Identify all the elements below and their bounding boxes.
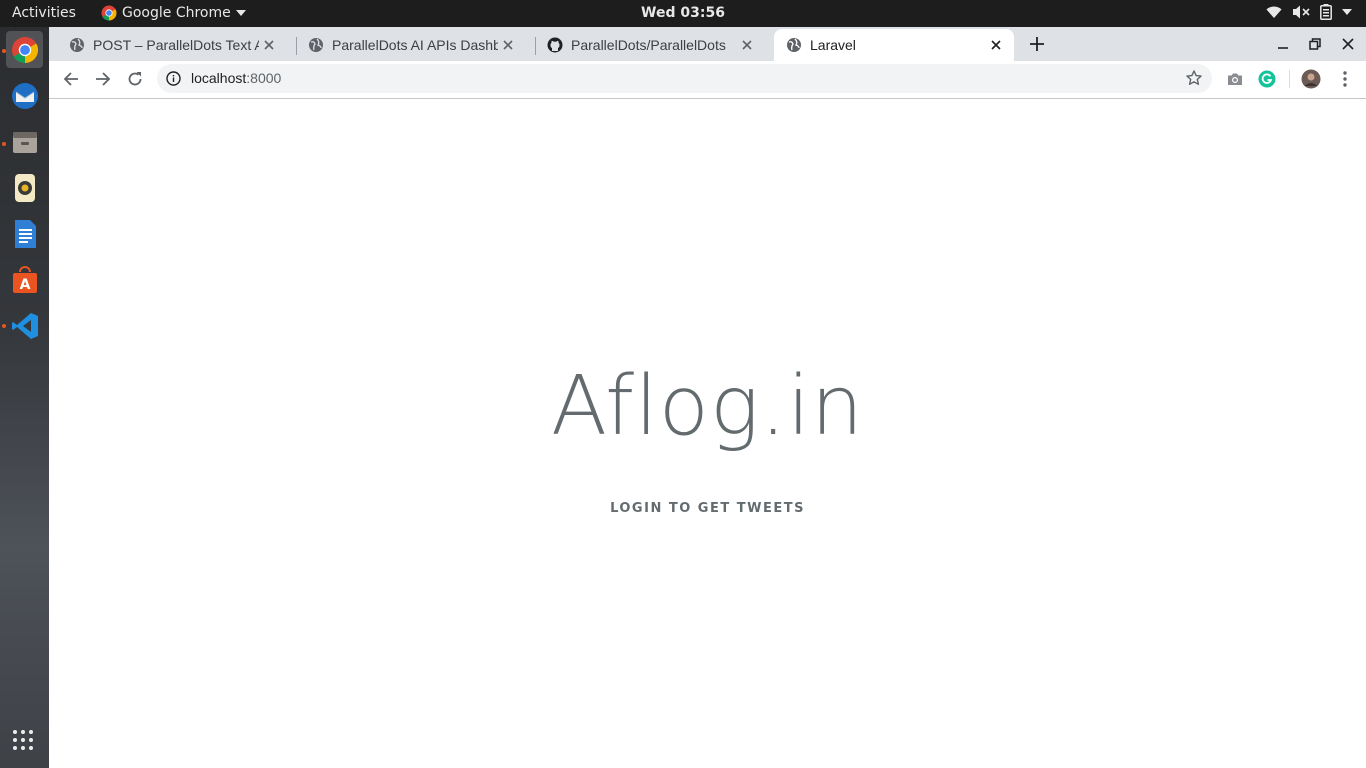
app-menu[interactable]: Google Chrome: [101, 5, 246, 21]
ubuntu-dock: A: [0, 27, 49, 768]
dock-vscode[interactable]: [6, 307, 43, 344]
info-icon[interactable]: [166, 71, 181, 86]
grammarly-extension[interactable]: [1257, 69, 1277, 89]
chrome-small-icon: [101, 5, 117, 21]
running-indicator: [2, 142, 6, 146]
tab-close-button[interactable]: [259, 35, 279, 55]
apps-grid-icon: [13, 730, 33, 750]
show-applications-button[interactable]: [12, 729, 34, 756]
restore-icon: [1309, 38, 1321, 50]
close-icon: [991, 40, 1001, 50]
grammarly-icon: [1258, 70, 1276, 88]
minimize-button[interactable]: [1273, 34, 1293, 54]
login-link-container: LOGIN TO GET TWEETS: [49, 499, 1366, 517]
dock-writer[interactable]: [6, 215, 43, 252]
tab-title: ParallelDots AI APIs Dashb: [332, 37, 498, 53]
tab[interactable]: ParallelDots AI APIs Dashb: [288, 29, 526, 61]
profile-avatar[interactable]: [1301, 69, 1321, 89]
close-icon: [742, 40, 752, 50]
page-title: Aflog.in: [550, 359, 865, 454]
toolbar-separator: [1289, 70, 1290, 88]
activities-button[interactable]: Activities: [12, 5, 76, 21]
running-indicator: [2, 324, 6, 328]
globe-icon: [787, 38, 801, 52]
battery-icon: [1320, 4, 1332, 20]
minimize-icon: [1278, 47, 1288, 49]
close-icon: [264, 40, 274, 50]
restore-button[interactable]: [1305, 34, 1325, 54]
arrow-right-icon: [96, 72, 111, 86]
screenshot-extension[interactable]: [1225, 69, 1245, 89]
dock-software[interactable]: A: [6, 261, 43, 298]
tab-close-button[interactable]: [737, 35, 757, 55]
tab-close-button[interactable]: [986, 35, 1006, 55]
url-text: localhost:8000: [191, 70, 281, 86]
github-icon: [547, 37, 563, 53]
tab-title: Laravel: [810, 37, 856, 53]
dock-chrome[interactable]: [6, 31, 43, 68]
address-bar[interactable]: localhost:8000: [157, 64, 1212, 93]
tab[interactable]: ParallelDots/ParallelDots: [527, 29, 765, 61]
back-button[interactable]: [61, 69, 81, 89]
arrow-left-icon: [63, 72, 78, 86]
close-icon: [1342, 38, 1354, 50]
new-tab-button[interactable]: [1027, 34, 1047, 54]
tab-active[interactable]: Laravel: [774, 29, 1014, 61]
url-host: localhost: [191, 70, 247, 86]
reload-icon: [128, 72, 142, 86]
bookmark-star-icon[interactable]: [1186, 70, 1202, 86]
chevron-down-icon: [1342, 9, 1352, 15]
running-indicator: [2, 49, 6, 53]
login-link[interactable]: LOGIN TO GET TWEETS: [610, 501, 805, 516]
camera-icon: [1228, 73, 1242, 85]
browser-toolbar: localhost:8000: [49, 61, 1366, 99]
system-tray[interactable]: [1266, 4, 1352, 20]
more-vertical-icon: [1343, 71, 1347, 87]
app-menu-label: Google Chrome: [122, 5, 231, 21]
svg-text:A: A: [19, 277, 30, 293]
tab-title: POST – ParallelDots Text A: [93, 37, 259, 53]
dock-thunderbird[interactable]: [6, 77, 43, 114]
files-icon: [12, 131, 37, 153]
forward-button[interactable]: [93, 69, 113, 89]
tab-title: ParallelDots/ParallelDots: [571, 37, 726, 53]
tab-strip: POST – ParallelDots Text A ParallelDots …: [49, 27, 1366, 61]
chrome-window: POST – ParallelDots Text A ParallelDots …: [49, 27, 1366, 768]
clock[interactable]: Wed 03:56: [641, 5, 725, 21]
chrome-icon: [11, 36, 38, 63]
writer-icon: [14, 219, 36, 248]
globe-icon: [309, 38, 323, 52]
chrome-menu-button[interactable]: [1335, 69, 1355, 89]
wifi-icon: [1266, 6, 1282, 18]
dock-files[interactable]: [6, 123, 43, 160]
globe-icon: [70, 38, 84, 52]
tab-close-button[interactable]: [498, 35, 518, 55]
close-icon: [503, 40, 513, 50]
software-icon: A: [12, 265, 37, 293]
tab[interactable]: POST – ParallelDots Text A: [49, 29, 287, 61]
thunderbird-icon: [11, 82, 38, 109]
reload-button[interactable]: [125, 69, 145, 89]
dock-rhythmbox[interactable]: [6, 169, 43, 206]
gnome-top-bar: Activities Google Chrome Wed 03:56: [0, 0, 1366, 27]
volume-muted-icon: [1293, 5, 1310, 19]
vscode-icon: [11, 312, 38, 339]
avatar-icon: [1301, 69, 1321, 89]
page-viewport: Aflog.in LOGIN TO GET TWEETS: [49, 99, 1366, 768]
close-window-button[interactable]: [1338, 34, 1358, 54]
rhythmbox-icon: [14, 173, 35, 202]
plus-icon: [1030, 37, 1044, 51]
url-port: :8000: [246, 70, 282, 86]
chevron-down-icon: [235, 10, 246, 16]
